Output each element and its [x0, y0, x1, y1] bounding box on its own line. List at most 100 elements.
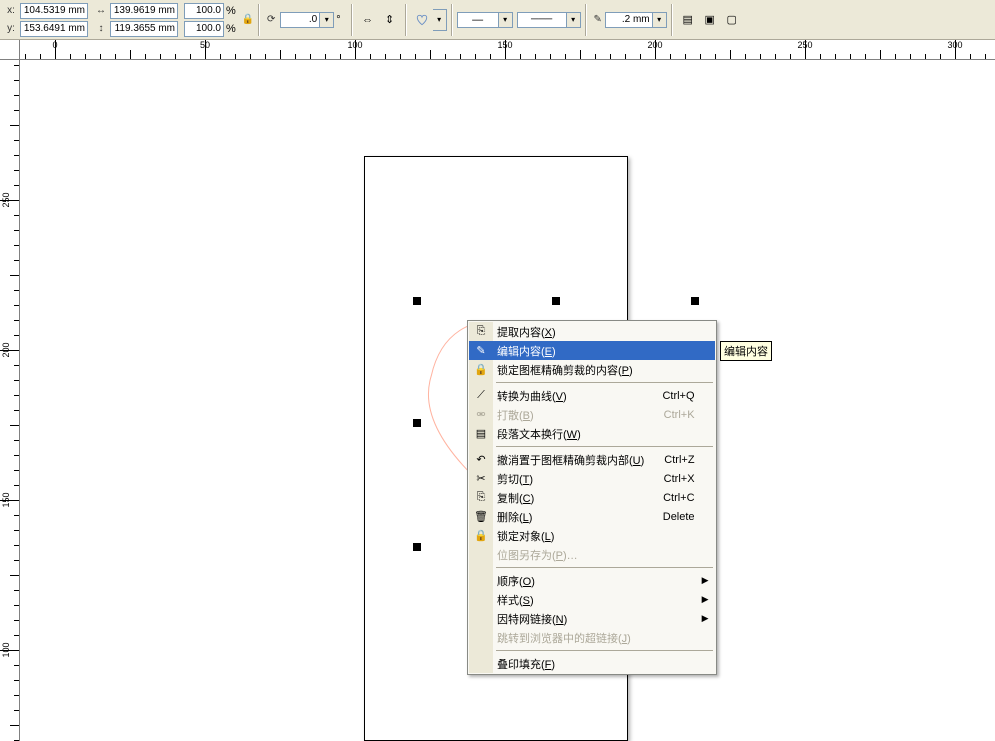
- line-style-group: ─── ▾: [517, 11, 581, 28]
- menu-item-extract[interactable]: ⎘提取内容(X): [469, 322, 715, 341]
- position-group: x: y:: [4, 2, 88, 37]
- menu-item-label: 叠印填充(F): [497, 656, 555, 672]
- menu-item-delete[interactable]: 🗑删除(L)Delete: [469, 507, 715, 526]
- selection-handle[interactable]: [552, 297, 560, 305]
- menu-item-样式[interactable]: 样式(S) ▶: [469, 590, 715, 609]
- menu-separator: [496, 567, 713, 568]
- menu-item-因特网链接[interactable]: 因特网链接(N) ▶: [469, 609, 715, 628]
- ruler-tick-label: 0: [52, 40, 57, 50]
- submenu-arrow-icon: ▶: [702, 594, 709, 605]
- rotation-input[interactable]: [280, 12, 320, 28]
- ruler-tick-label: 150: [1, 492, 11, 507]
- line-style-dropdown[interactable]: ▾: [567, 12, 581, 28]
- menu-item-label: 位图另存为(P)…: [497, 547, 578, 563]
- lock-ratio-icon[interactable]: 🔒: [242, 14, 254, 25]
- menu-separator: [496, 650, 713, 651]
- outline-width-icon: ✎: [591, 13, 605, 27]
- line-start-preview: —: [457, 12, 499, 28]
- blank-icon: [472, 630, 490, 646]
- menu-item-shortcut: Ctrl+C: [643, 492, 694, 504]
- menu-item-label: 删除(L): [497, 509, 532, 525]
- menu-item-wrap[interactable]: ▤段落文本换行(W): [469, 424, 715, 443]
- y-pos-icon: y:: [4, 22, 18, 36]
- wrap-text-button[interactable]: ▤: [677, 9, 699, 31]
- horizontal-ruler[interactable]: 050100150200250300: [20, 40, 995, 60]
- blank-icon: [472, 592, 490, 608]
- menu-item-break: ⚮打散(B)Ctrl+K: [469, 405, 715, 424]
- scale-x-input[interactable]: [184, 3, 224, 19]
- menu-item-cut[interactable]: ✂ 剪切(T) Ctrl+X: [469, 469, 715, 488]
- menu-item-label: 转换为曲线(V): [497, 388, 567, 404]
- wrap-icon: ▤: [472, 426, 490, 442]
- to-back-button[interactable]: ▢: [721, 9, 743, 31]
- scale-y-input[interactable]: [184, 21, 224, 37]
- width-icon: ↔: [94, 4, 108, 18]
- menu-item-undo[interactable]: ↶撤消置于图框精确剪裁内部(U)Ctrl+Z: [469, 450, 715, 469]
- menu-item-shortcut: Ctrl+Q: [642, 390, 694, 402]
- menu-item-label: 样式(S): [497, 592, 534, 608]
- vertical-ruler[interactable]: 50100150200250300: [0, 60, 20, 741]
- blank-icon: [472, 547, 490, 563]
- menu-item-curve[interactable]: ⟋ 转换为曲线(V) Ctrl+Q: [469, 386, 715, 405]
- blank-icon: [472, 656, 490, 672]
- undo-icon: ↶: [472, 452, 490, 468]
- degree-label: °: [336, 14, 340, 26]
- menu-item-顺序[interactable]: 顺序(O)▶: [469, 571, 715, 590]
- menu-item-shortcut: Ctrl+K: [644, 409, 695, 421]
- selection-handle[interactable]: [413, 419, 421, 427]
- menu-item-copy[interactable]: ⎘复制(C)Ctrl+C: [469, 488, 715, 507]
- x-pos-input[interactable]: [20, 3, 88, 19]
- percent-label: %: [226, 23, 236, 35]
- menu-item-label: 复制(C): [497, 490, 534, 506]
- submenu-arrow-icon: ▶: [702, 613, 709, 624]
- submenu-arrow-icon: ▶: [702, 575, 709, 586]
- menu-item-label: 锁定对象(L): [497, 528, 554, 544]
- menu-item-edit[interactable]: ✎ 编辑内容(E): [469, 341, 715, 360]
- menu-item-lock[interactable]: 🔒 锁定对象(L): [469, 526, 715, 545]
- blank-icon: [472, 573, 490, 589]
- menu-item-lock-frame[interactable]: 🔒 锁定图框精确剪裁的内容(P): [469, 360, 715, 379]
- lock-icon: 🔒: [472, 528, 490, 544]
- menu-item-shortcut: Ctrl+Z: [644, 454, 694, 466]
- separator: [451, 4, 453, 36]
- outline-width-input[interactable]: [605, 12, 653, 28]
- separator: [585, 4, 587, 36]
- line-start-dropdown[interactable]: ▾: [499, 12, 513, 28]
- tooltip: 编辑内容: [720, 341, 772, 361]
- selection-handle[interactable]: [413, 297, 421, 305]
- menu-item-label: 编辑内容(E): [497, 343, 556, 359]
- menu-item-shortcut: Ctrl+X: [644, 473, 695, 485]
- context-menu: ⎘提取内容(X) ✎ 编辑内容(E) 🔒 锁定图框精确剪裁的内容(P) ⟋ 转换为曲线(V)…: [467, 320, 717, 675]
- menu-item-label: 锁定图框精确剪裁的内容(P): [497, 362, 633, 378]
- ruler-tick-label: 100: [347, 40, 362, 50]
- menu-item-label: 剪切(T): [497, 471, 533, 487]
- menu-separator: [496, 446, 713, 447]
- edit-icon: ✎: [472, 343, 490, 359]
- to-front-button[interactable]: ▣: [699, 9, 721, 31]
- ruler-origin[interactable]: [0, 40, 20, 60]
- shape-dropdown[interactable]: ▾: [433, 9, 447, 31]
- y-pos-input[interactable]: [20, 21, 88, 37]
- rotation-dropdown[interactable]: ▾: [320, 12, 334, 28]
- ruler-tick-label: 250: [797, 40, 812, 50]
- selection-handle[interactable]: [413, 543, 421, 551]
- mirror-h-button[interactable]: ⇔: [357, 9, 379, 31]
- curve-icon: ⟋: [472, 388, 490, 404]
- line-style-preview: ───: [517, 12, 567, 28]
- lock-frame-icon: 🔒: [472, 362, 490, 378]
- menu-separator: [496, 382, 713, 383]
- selection-handle[interactable]: [691, 297, 699, 305]
- height-icon: ↕: [94, 22, 108, 36]
- menu-item-叠印填充[interactable]: 叠印填充(F): [469, 654, 715, 673]
- height-input[interactable]: [110, 21, 178, 37]
- mirror-v-button[interactable]: ⇕: [379, 9, 401, 31]
- shape-heart-button[interactable]: [411, 9, 433, 31]
- cut-icon: ✂: [472, 471, 490, 487]
- width-input[interactable]: [110, 3, 178, 19]
- ruler-tick-label: 100: [1, 642, 11, 657]
- menu-item-label: 跳转到浏览器中的超链接(J): [497, 630, 631, 646]
- property-toolbar: x: y: ↔ ↕ % % 🔒 ⟳: [0, 0, 995, 40]
- menu-item-label: 提取内容(X): [497, 324, 556, 340]
- outline-width-dropdown[interactable]: ▾: [653, 12, 667, 28]
- menu-item-label: 因特网链接(N): [497, 611, 567, 627]
